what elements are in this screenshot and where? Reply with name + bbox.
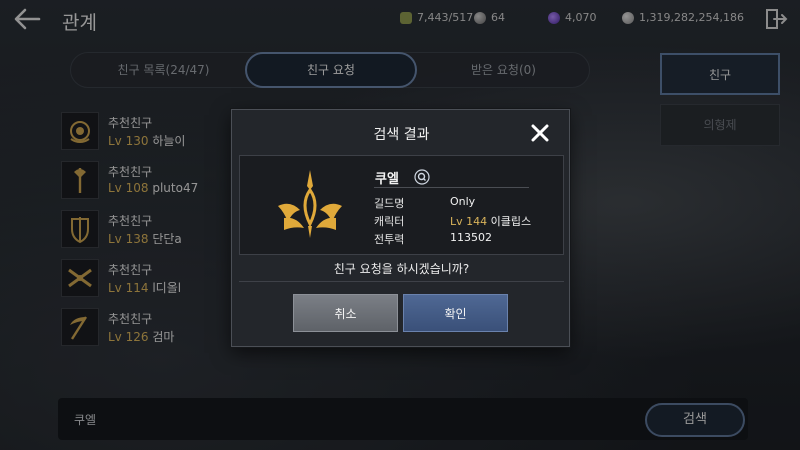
guild-label: 길드명 (374, 197, 405, 210)
character-label: 캐릭터 (374, 215, 405, 228)
confirm-question: 친구 요청을 하시겠습니까? (333, 262, 470, 276)
dialog-title: 검색 결과 (373, 127, 430, 143)
divider (374, 187, 529, 188)
search-result-dialog: 검색 결과 쿠엘 길드명 Only 캐릭터 Lv 144 이클립스 전투력 11… (231, 109, 570, 347)
user-search-icon[interactable] (414, 169, 430, 185)
result-username: 쿠엘 (375, 172, 399, 187)
combat-power-label: 전투력 (374, 233, 405, 246)
close-button[interactable] (529, 122, 551, 144)
confirm-button[interactable]: 확인 (403, 294, 508, 332)
guild-value: Only (450, 195, 476, 208)
combat-power-value: 113502 (450, 231, 492, 244)
eclipse-class-emblem-icon (270, 166, 350, 246)
character-value: Lv 144 이클립스 (450, 215, 532, 228)
cancel-button[interactable]: 취소 (293, 294, 398, 332)
divider (239, 281, 564, 282)
user-info-panel: 쿠엘 길드명 Only 캐릭터 Lv 144 이클립스 전투력 113502 (239, 155, 564, 255)
close-icon (531, 124, 549, 142)
